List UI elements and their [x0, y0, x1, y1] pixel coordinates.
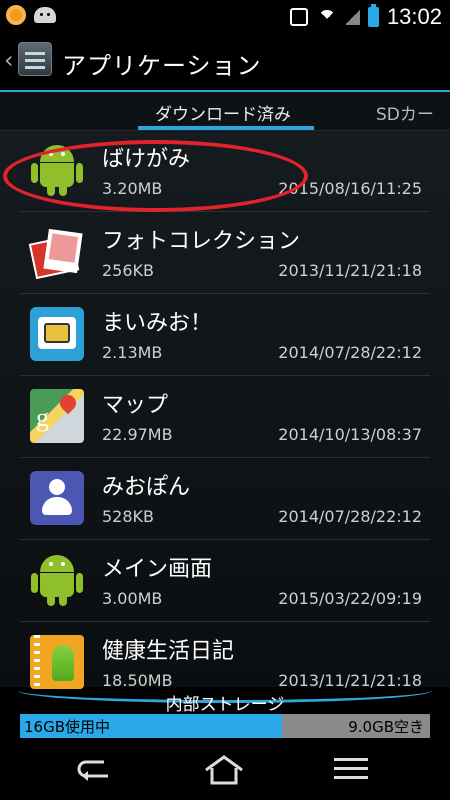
row-divider	[20, 457, 430, 458]
app-name: 健康生活日記	[102, 639, 235, 664]
miopon-icon	[30, 471, 84, 525]
app-row-maps[interactable]: g マップ 22.97MB 2014/10/13/08:37	[0, 377, 450, 458]
app-bar: ‹ アプリケーション	[0, 32, 450, 92]
battery-icon	[367, 4, 379, 27]
notification-circle-icon	[6, 5, 26, 25]
signal-icon	[345, 9, 360, 25]
storage-bar: 16GB使用中 9.0GB空き	[20, 714, 430, 738]
app-size: 2.13MB	[102, 343, 163, 362]
app-row-miopon[interactable]: みおぽん 528KB 2014/07/28/22:12	[0, 459, 450, 540]
status-left-icons	[6, 5, 56, 25]
highlight-ellipse	[3, 140, 308, 212]
row-divider	[20, 211, 430, 212]
app-size: 3.00MB	[102, 589, 163, 608]
app-row-photo-collection[interactable]: フォトコレクション 256KB 2013/11/21/21:18	[0, 213, 450, 294]
android-debug-icon	[34, 7, 56, 23]
app-date: 2013/11/21/21:18	[278, 261, 422, 280]
storage-label: 内部ストレージ	[165, 695, 285, 715]
row-divider	[20, 621, 430, 622]
page-title: アプリケーション	[62, 52, 262, 80]
app-size: 256KB	[102, 261, 155, 280]
back-icon[interactable]	[74, 756, 114, 782]
app-row-mymio[interactable]: まいみお！ 2.13MB 2014/07/28/22:12	[0, 295, 450, 376]
app-name: みおぽん	[102, 475, 191, 500]
app-date: 2014/07/28/22:12	[278, 507, 422, 526]
home-icon[interactable]	[202, 754, 246, 786]
wifi-icon	[316, 8, 338, 26]
android-icon	[30, 553, 84, 607]
settings-sliders-icon[interactable]	[18, 42, 52, 76]
app-list: ばけがみ 3.20MB 2015/08/16/11:25 フォトコレクション 2…	[0, 131, 450, 690]
status-clock: 13:02	[386, 4, 442, 29]
tab-downloaded[interactable]: ダウンロード済み	[155, 100, 291, 125]
app-name: メイン画面	[102, 557, 213, 582]
app-row-main-screen[interactable]: メイン画面 3.00MB 2015/03/22/09:19	[0, 541, 450, 622]
storage-free-text: 9.0GB空き	[348, 718, 424, 736]
status-right-icons: 13:02	[289, 4, 442, 30]
row-divider	[20, 375, 430, 376]
back-chevron-icon[interactable]: ‹	[4, 46, 14, 74]
app-date: 2014/10/13/08:37	[278, 425, 422, 444]
app-size: 528KB	[102, 507, 155, 526]
maps-icon: g	[30, 389, 84, 443]
app-size: 22.97MB	[102, 425, 173, 444]
app-name: マップ	[102, 393, 169, 418]
app-date: 2015/03/22/09:19	[278, 589, 422, 608]
photo-collection-icon	[28, 225, 84, 280]
navigation-bar	[0, 740, 450, 800]
app-date: 2014/07/28/22:12	[278, 343, 422, 362]
status-bar: 13:02	[0, 0, 450, 32]
active-tab-indicator	[138, 126, 314, 130]
screen-lock-icon	[289, 8, 308, 26]
app-name: フォトコレクション	[102, 229, 301, 254]
tab-strip: ダウンロード済み SDカード	[0, 92, 450, 150]
sim-card-icon	[30, 307, 84, 361]
storage-used-text: 16GB使用中	[24, 718, 111, 736]
menu-icon[interactable]	[332, 756, 370, 782]
app-name: まいみお！	[102, 311, 213, 336]
row-divider	[20, 293, 430, 294]
row-divider	[20, 539, 430, 540]
